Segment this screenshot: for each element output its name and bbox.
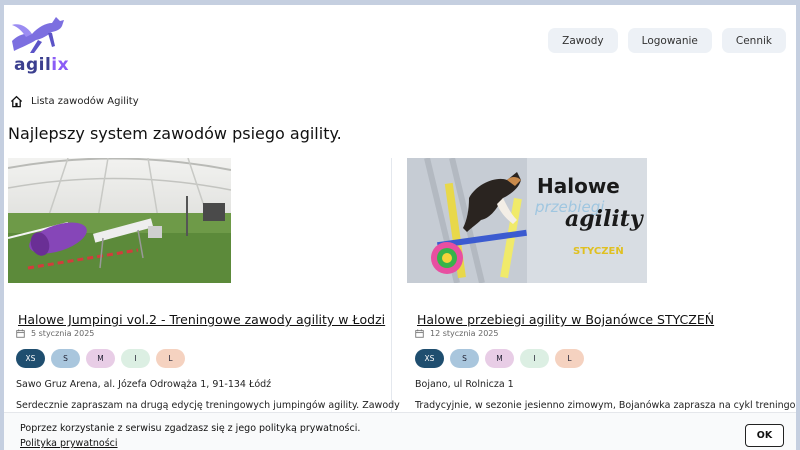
top-nav: Zawody Logowanie Cennik [548, 28, 786, 53]
date-text: 12 stycznia 2025 [430, 329, 499, 338]
size-categories: XS S M I L [16, 349, 185, 368]
brand-logo[interactable]: agilix [8, 11, 70, 75]
competition-title[interactable]: Halowe Jumpingi vol.2 - Treningowe zawod… [18, 312, 385, 327]
competition-address: Bojano, ul Rolnicza 1 [415, 379, 514, 390]
cookie-text: Poprzez korzystanie z serwisu zgadzasz s… [20, 423, 361, 434]
image-text-month: STYCZEŃ [573, 246, 624, 257]
breadcrumb-label[interactable]: Lista zawodów Agility [31, 96, 139, 107]
competition-description: Tradycyjnie, w sezonie jesienno zimowym,… [415, 400, 796, 411]
brand-name: agilix [14, 55, 70, 75]
competition-title[interactable]: Halowe przebiegi agility w Bojanówce STY… [417, 312, 714, 327]
competition-card[interactable]: Halowe Jumpingi vol.2 - Treningowe zawod… [8, 158, 400, 450]
competition-date: 5 stycznia 2025 [16, 329, 94, 338]
calendar-icon [16, 329, 25, 338]
breadcrumb: Lista zawodów Agility [10, 95, 139, 108]
competition-date: 12 stycznia 2025 [415, 329, 498, 338]
home-icon[interactable] [10, 95, 23, 108]
size-badge-m: M [485, 349, 514, 368]
size-badge-m: M [86, 349, 115, 368]
nav-login-button[interactable]: Logowanie [627, 28, 712, 53]
size-badge-l: L [555, 349, 584, 368]
nav-zawody-button[interactable]: Zawody [548, 28, 618, 53]
page-title: Najlepszy system zawodów psiego agility. [8, 124, 342, 143]
dog-logo-icon [12, 17, 64, 53]
size-badge-s: S [51, 349, 80, 368]
competition-image[interactable]: Halowe przebiegi agility STYCZEŃ [407, 158, 647, 283]
calendar-icon [415, 329, 424, 338]
page: agilix Zawody Logowanie Cennik Lista zaw… [4, 5, 796, 450]
size-badge-s: S [450, 349, 479, 368]
image-text-agility: agility [565, 206, 643, 232]
size-badge-xs: XS [16, 349, 45, 368]
size-badge-i: I [121, 349, 150, 368]
nav-pricing-button[interactable]: Cennik [721, 28, 786, 53]
date-text: 5 stycznia 2025 [31, 329, 95, 338]
competition-address: Sawo Gruz Arena, al. Józefa Odrowąża 1, … [16, 379, 272, 390]
size-categories: XS S M I L [415, 349, 584, 368]
cookie-banner: Poprzez korzystanie z serwisu zgadzasz s… [4, 412, 796, 450]
competition-card[interactable]: Halowe przebiegi agility STYCZEŃ Halowe … [407, 158, 796, 450]
size-badge-i: I [520, 349, 549, 368]
cookie-ok-button[interactable]: OK [745, 424, 784, 447]
size-badge-l: L [156, 349, 185, 368]
competition-description: Serdecznie zapraszam na drugą edycję tre… [16, 400, 400, 411]
competition-image[interactable] [8, 158, 231, 283]
privacy-policy-link[interactable]: Polityka prywatności [20, 438, 118, 449]
image-text-halowe: Halowe [537, 174, 620, 198]
size-badge-xs: XS [415, 349, 444, 368]
